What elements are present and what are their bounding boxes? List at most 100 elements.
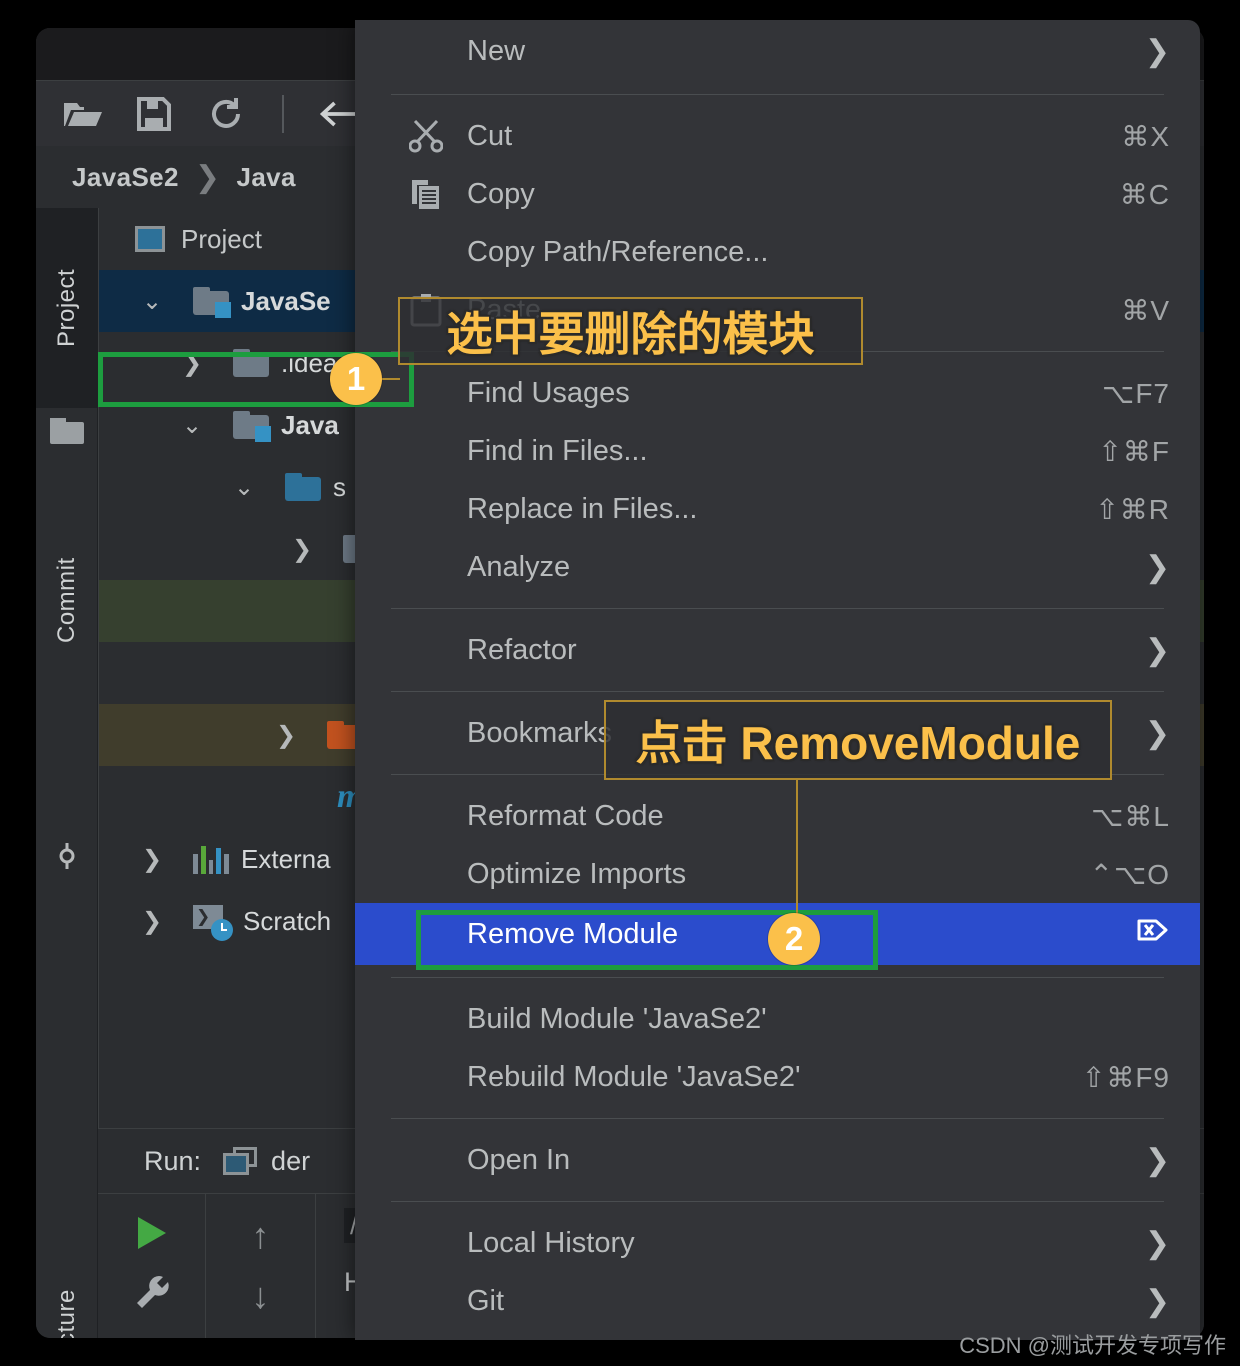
wrench-icon[interactable] xyxy=(133,1274,171,1317)
project-tree-title-label: Project xyxy=(181,223,262,254)
menu-item-find-in-files[interactable]: Find in Files... ⇧⌘F xyxy=(355,422,1200,480)
down-arrow-icon[interactable]: ↓ xyxy=(252,1275,270,1317)
save-icon[interactable] xyxy=(132,94,176,134)
tree-row-label: Externa xyxy=(241,843,331,874)
folder-icon xyxy=(50,418,84,444)
sidebar-item-project[interactable]: Project xyxy=(36,208,98,408)
menu-divider xyxy=(391,1201,1164,1202)
menu-divider xyxy=(391,94,1164,95)
tree-row-label: s xyxy=(333,471,346,502)
scissors-icon xyxy=(407,117,445,155)
menu-item-shortcut: ⇧⌘F xyxy=(1098,435,1170,467)
menu-item-replace-in-files[interactable]: Replace in Files... ⇧⌘R xyxy=(355,480,1200,538)
annotation-badge-2-label: 2 xyxy=(784,920,804,957)
chevron-right-icon: ❯ xyxy=(1144,1226,1170,1260)
menu-item-refactor[interactable]: Refactor ❯ xyxy=(355,621,1200,679)
context-menu: New ❯ Cut ⌘X Copy ⌘C Copy Path/Reference… xyxy=(355,20,1200,1340)
sidebar-item-project-label: Project xyxy=(53,268,80,348)
chevron-right-icon: ❯ xyxy=(194,160,221,194)
menu-item-shortcut: ⇧⌘F9 xyxy=(1081,1061,1170,1093)
sidebar-item-structure[interactable]: Structure xyxy=(36,1218,98,1338)
annotation-badge-2: 2 xyxy=(768,913,820,965)
menu-item-shortcut: ⌥⌘L xyxy=(1091,800,1170,832)
menu-item-label: New xyxy=(467,34,526,67)
chevron-right-icon: ❯ xyxy=(1144,34,1170,68)
watermark: CSDN @测试开发专项写作 xyxy=(959,1333,1226,1358)
run-config-name[interactable]: der xyxy=(271,1146,310,1177)
sidebar-item-structure-label: Structure xyxy=(53,1290,81,1338)
menu-item-shortcut: ⌘C xyxy=(1119,178,1170,210)
project-icon xyxy=(135,226,165,252)
menu-item-label: Git xyxy=(467,1284,505,1317)
menu-item-shortcut: ⌃⌥O xyxy=(1089,858,1170,890)
chevron-right-icon[interactable]: ❯ xyxy=(285,535,319,564)
run-label: Run: xyxy=(144,1145,202,1176)
tree-row-label: Java xyxy=(281,409,339,440)
copy-icon xyxy=(407,175,445,213)
menu-divider xyxy=(391,691,1164,692)
screenshot-root: JavaSe2 ❯ Java Project Commit Structure xyxy=(0,0,1240,1366)
menu-item-label: Copy Path/Reference... xyxy=(467,235,769,268)
chevron-right-icon: ❯ xyxy=(1144,1143,1170,1177)
breadcrumb-item-0[interactable]: JavaSe2 xyxy=(72,162,179,193)
chevron-down-icon[interactable]: ⌄ xyxy=(175,411,209,440)
menu-item-shortcut: ⌥F7 xyxy=(1102,377,1170,409)
menu-item-optimize-imports[interactable]: Optimize Imports ⌃⌥O xyxy=(355,845,1200,903)
breadcrumb-item-1[interactable]: Java xyxy=(236,162,295,193)
menu-item-build-module[interactable]: Build Module 'JavaSe2' xyxy=(355,990,1200,1048)
menu-item-label: Build Module 'JavaSe2' xyxy=(467,1002,767,1035)
menu-item-new[interactable]: New ❯ xyxy=(355,20,1200,82)
run-actions-gutter xyxy=(98,1194,206,1338)
chevron-right-icon[interactable]: ❯ xyxy=(269,721,303,750)
chevron-right-icon: ❯ xyxy=(1144,633,1170,667)
menu-item-label: Open In xyxy=(467,1143,571,1176)
run-nav-gutter: ↑ ↓ xyxy=(206,1194,316,1338)
menu-item-rebuild-module[interactable]: Rebuild Module 'JavaSe2' ⇧⌘F9 xyxy=(355,1048,1200,1106)
menu-item-reformat-code[interactable]: Reformat Code ⌥⌘L xyxy=(355,787,1200,845)
menu-item-local-history[interactable]: Local History ❯ xyxy=(355,1214,1200,1272)
module-folder-icon xyxy=(233,411,271,442)
annotation-connector-step2 xyxy=(796,780,798,915)
up-arrow-icon[interactable]: ↑ xyxy=(252,1215,270,1257)
annotation-badge-1: 1 xyxy=(330,353,382,405)
chevron-right-icon[interactable]: ❯ xyxy=(135,907,169,936)
menu-item-shortcut: ⇧⌘R xyxy=(1095,493,1170,525)
menu-item-label: Find Usages xyxy=(467,376,630,409)
chevron-right-icon: ❯ xyxy=(1144,1284,1170,1318)
menu-item-analyze[interactable]: Analyze ❯ xyxy=(355,538,1200,596)
menu-item-label: Find in Files... xyxy=(467,434,648,467)
menu-item-label: Replace in Files... xyxy=(467,492,698,525)
sidebar-item-commit[interactable]: Commit xyxy=(36,508,98,693)
chevron-right-icon[interactable]: ❯ xyxy=(135,845,169,874)
annotation-step1-text: 选中要删除的模块 xyxy=(446,308,815,360)
menu-item-label: Cut xyxy=(467,119,513,152)
menu-item-shortcut: ⌘V xyxy=(1121,294,1170,326)
tool-window-strip: Project Commit Structure xyxy=(36,208,98,1338)
chevron-down-icon[interactable]: ⌄ xyxy=(135,287,169,316)
menu-item-label: Refactor xyxy=(467,633,577,666)
chevron-right-icon: ❯ xyxy=(1144,550,1170,584)
menu-item-label: Optimize Imports xyxy=(467,857,687,890)
toolbar-divider xyxy=(282,94,284,133)
tree-row-label: JavaSe xyxy=(241,285,331,316)
menu-item-find-usages[interactable]: Find Usages ⌥F7 xyxy=(355,364,1200,422)
menu-divider xyxy=(391,1118,1164,1119)
menu-item-copy[interactable]: Copy ⌘C xyxy=(355,165,1200,223)
menu-item-label: Analyze xyxy=(467,550,571,583)
scratches-icon: ❯ xyxy=(193,905,233,941)
menu-item-git[interactable]: Git ❯ xyxy=(355,1272,1200,1330)
menu-item-cut[interactable]: Cut ⌘X xyxy=(355,107,1200,165)
sync-icon[interactable] xyxy=(204,94,248,134)
chevron-down-icon[interactable]: ⌄ xyxy=(227,473,261,502)
menu-item-open-in[interactable]: Open In ❯ xyxy=(355,1131,1200,1189)
open-folder-icon[interactable] xyxy=(60,94,104,134)
menu-item-copy-path-reference[interactable]: Copy Path/Reference... xyxy=(355,223,1200,281)
tree-row-label: Scratch xyxy=(243,905,332,936)
run-icon[interactable] xyxy=(132,1215,172,1256)
menu-item-label: Rebuild Module 'JavaSe2' xyxy=(467,1060,801,1093)
annotation-connector-step1 xyxy=(382,378,400,380)
external-libraries-icon xyxy=(193,844,229,874)
menu-item-shortcut: ⌘X xyxy=(1121,120,1170,152)
remove-module-icon xyxy=(1136,913,1170,955)
annotation-badge-1-label: 1 xyxy=(346,360,366,397)
